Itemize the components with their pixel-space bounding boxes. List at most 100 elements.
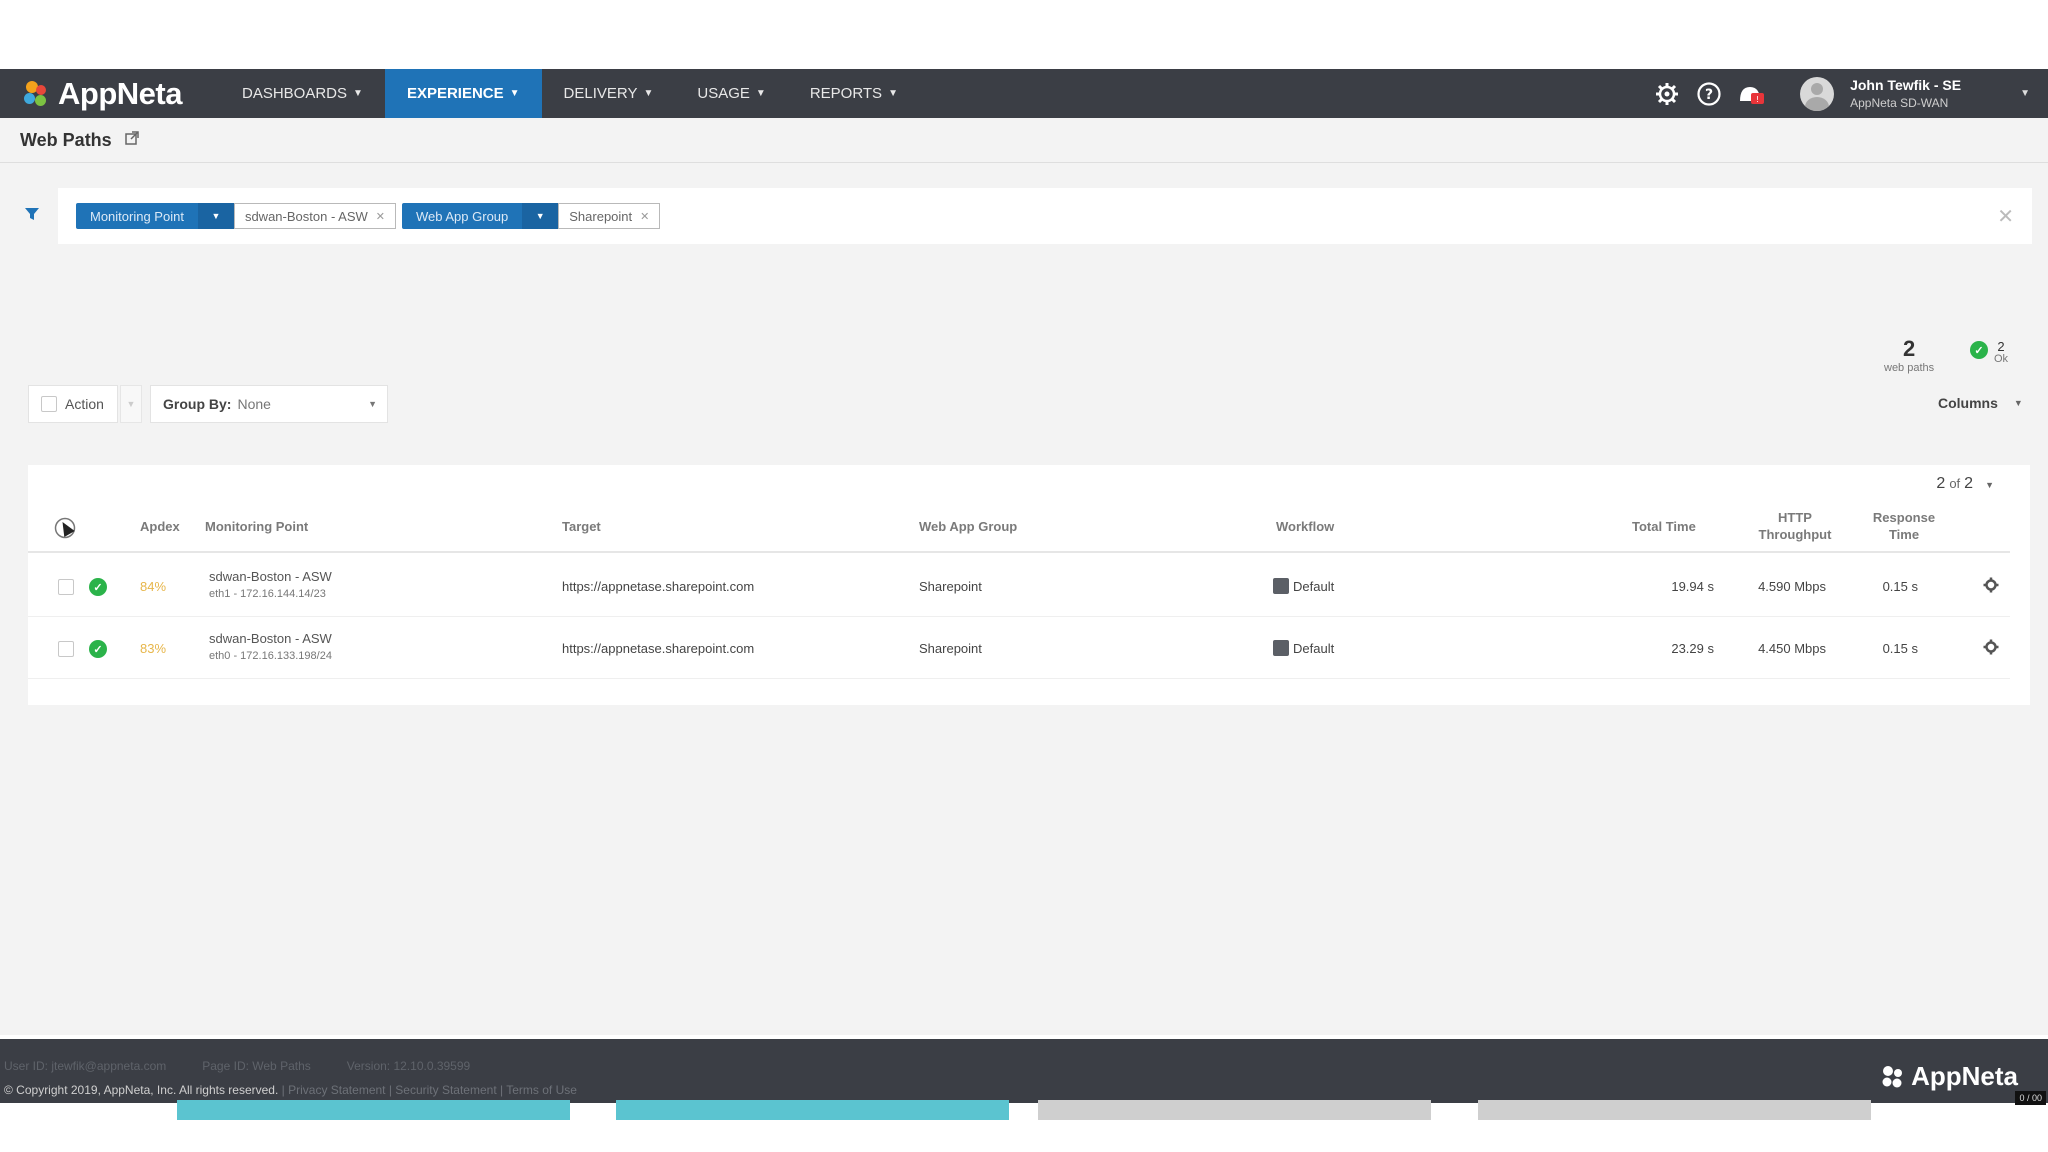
nav-delivery[interactable]: DELIVERY ▼ (542, 69, 676, 118)
action-dropdown-toggle[interactable]: ▼ (120, 385, 142, 423)
caret-down-icon: ▼ (1985, 480, 1994, 490)
workflow-icon (1273, 640, 1289, 656)
row-target[interactable]: https://appnetase.sharepoint.com (562, 579, 754, 594)
group-by-label: Group By: (163, 396, 232, 412)
filter-bar: Monitoring Point ▼ sdwan-Boston - ASW ✕ W… (58, 188, 2032, 244)
ok-status-summary[interactable]: ✓ 2 Ok (1970, 340, 2008, 365)
columns-button[interactable]: Columns ▼ (1938, 395, 2023, 411)
filter-value-web-app-group[interactable]: Sharepoint ✕ (558, 203, 661, 229)
table-header: Apdex Monitoring Point Target Web App Gr… (28, 505, 2010, 553)
check-circle-icon: ✓ (89, 640, 107, 658)
pager-current: 2 (1936, 475, 1946, 492)
caret-down-icon: ▼ (888, 88, 898, 99)
mp-interface: eth0 - 172.16.133.198/24 (209, 650, 332, 662)
notifications-icon[interactable]: ! (1736, 79, 1766, 109)
col-response-time-line1: Response (1872, 510, 1936, 525)
close-icon[interactable]: ✕ (640, 210, 649, 223)
col-apdex[interactable]: Apdex (140, 519, 180, 534)
row-checkbox[interactable] (58, 579, 74, 595)
caret-down-icon[interactable]: ▼ (2020, 88, 2030, 99)
filter-chip-web-app-group[interactable]: Web App Group (402, 203, 523, 229)
app-frame: AppNeta DASHBOARDS ▼ EXPERIENCE ▼ DELIVERY… (0, 69, 2048, 1105)
col-http-throughput-line2: Throughput (1758, 527, 1832, 542)
row-response-time: 0.15 s (1882, 641, 1918, 656)
col-total-time[interactable]: Total Time (1632, 519, 1696, 534)
caret-down-icon: ▼ (353, 88, 363, 99)
top-navbar: AppNeta DASHBOARDS ▼ EXPERIENCE ▼ DELIVERY… (0, 69, 2048, 118)
filter-value-text: Sharepoint (569, 208, 633, 224)
main-nav: DASHBOARDS ▼ EXPERIENCE ▼ DELIVERY ▼ USAGE ▼… (220, 69, 920, 118)
progress-segment-3 (1038, 1100, 1431, 1120)
group-by-select[interactable]: Group By: None ▼ (150, 385, 388, 423)
appneta-logo[interactable]: AppNeta (0, 69, 220, 118)
row-http-throughput: 4.590 Mbps (1758, 579, 1826, 594)
gear-icon[interactable] (1652, 79, 1682, 109)
nav-usage-label: USAGE (697, 85, 750, 102)
svg-text:!: ! (1756, 95, 1759, 104)
caret-down-icon[interactable]: ▼ (522, 203, 559, 229)
select-all-checkbox[interactable] (41, 396, 57, 412)
web-paths-count-number: 2 (1902, 336, 1916, 361)
help-icon[interactable]: ? (1694, 79, 1724, 109)
nav-reports[interactable]: REPORTS ▼ (788, 69, 920, 118)
pager-total: 2 (1964, 475, 1974, 492)
user-menu[interactable]: John Tewfik - SE AppNeta SD-WAN (1850, 77, 2020, 110)
col-web-app-group[interactable]: Web App Group (919, 519, 1017, 534)
row-total-time: 23.29 s (1671, 641, 1714, 656)
col-monitoring-point[interactable]: Monitoring Point (205, 519, 308, 534)
action-button[interactable]: Action (28, 385, 118, 423)
external-link-icon[interactable] (124, 130, 140, 151)
caret-down-icon[interactable]: ▼ (197, 203, 234, 229)
nav-experience-label: EXPERIENCE (406, 85, 504, 102)
appneta-logo-icon (1882, 1065, 1903, 1087)
group-by-value: None (237, 396, 271, 412)
close-icon[interactable]: ✕ (376, 210, 385, 223)
mp-name: sdwan-Boston - ASW (209, 569, 332, 584)
nav-usage[interactable]: USAGE ▼ (675, 69, 787, 118)
row-response-time: 0.15 s (1882, 579, 1918, 594)
col-http-throughput[interactable]: HTTP Throughput (1750, 509, 1840, 543)
nav-experience[interactable]: EXPERIENCE ▼ (384, 69, 542, 118)
clear-filters-close-icon[interactable]: ✕ (1997, 204, 2014, 229)
web-paths-table-panel: 2 of 2 ▼ Apdex Monitoring Point Target W… (28, 465, 2030, 705)
filter-chip-monitoring-point[interactable]: Monitoring Point (76, 203, 198, 229)
row-workflow[interactable]: Default (1273, 640, 1334, 656)
filter-value-monitoring-point[interactable]: sdwan-Boston - ASW ✕ (233, 203, 396, 229)
row-settings-gear-icon[interactable] (1983, 577, 1999, 596)
page-header: Web Paths (0, 118, 2048, 163)
row-web-app-group: Sharepoint (919, 641, 982, 656)
filter-icon[interactable] (24, 206, 40, 227)
mp-interface: eth1 - 172.16.144.14/23 (209, 588, 326, 600)
footer-page-id: Page ID: Web Paths (202, 1059, 311, 1073)
workflow-label: Default (1293, 640, 1335, 656)
col-http-throughput-line1: HTTP (1778, 510, 1812, 525)
web-paths-count-label: web paths (1884, 362, 1935, 374)
caret-down-icon: ▼ (368, 399, 377, 409)
caret-down-icon: ▼ (643, 88, 654, 99)
svg-text:?: ? (1705, 87, 1713, 103)
row-total-time: 19.94 s (1671, 579, 1714, 594)
nav-dashboards[interactable]: DASHBOARDS ▼ (220, 69, 385, 118)
caret-down-icon: ▼ (2013, 398, 2023, 408)
col-response-time[interactable]: Response Time (1866, 509, 1942, 543)
col-target[interactable]: Target (562, 519, 601, 534)
page-title: Web Paths (20, 129, 112, 150)
user-org: AppNeta SD-WAN (1850, 96, 1949, 110)
video-time-badge: 0 / 00 (2015, 1091, 2046, 1105)
row-target[interactable]: https://appnetase.sharepoint.com (562, 641, 754, 656)
row-settings-gear-icon[interactable] (1983, 639, 1999, 658)
check-circle-icon: ✓ (1970, 341, 1988, 359)
table-row[interactable]: ✓ 83% sdwan-Boston - ASW eth0 - 172.16.1… (28, 619, 2010, 679)
footer-links[interactable]: | Privacy Statement | Security Statement… (282, 1083, 577, 1097)
row-monitoring-point[interactable]: sdwan-Boston - ASW eth0 - 172.16.133.198… (209, 631, 332, 662)
row-workflow[interactable]: Default (1273, 578, 1334, 594)
pager[interactable]: 2 of 2 ▼ (1936, 475, 1994, 493)
footer-copyright: © Copyright 2019, AppNeta, Inc. All righ… (4, 1083, 577, 1097)
col-workflow[interactable]: Workflow (1276, 519, 1334, 534)
topbar-right: ? ! John Tewfik - SE AppNeta SD-WAN ▼ (1646, 69, 2048, 118)
row-monitoring-point[interactable]: sdwan-Boston - ASW eth1 - 172.16.144.14/… (209, 569, 332, 600)
table-row[interactable]: ✓ 84% sdwan-Boston - ASW eth1 - 172.16.1… (28, 557, 2010, 617)
avatar-icon[interactable] (1800, 76, 1835, 111)
row-checkbox[interactable] (58, 641, 74, 657)
progress-segment-4 (1478, 1100, 1871, 1120)
